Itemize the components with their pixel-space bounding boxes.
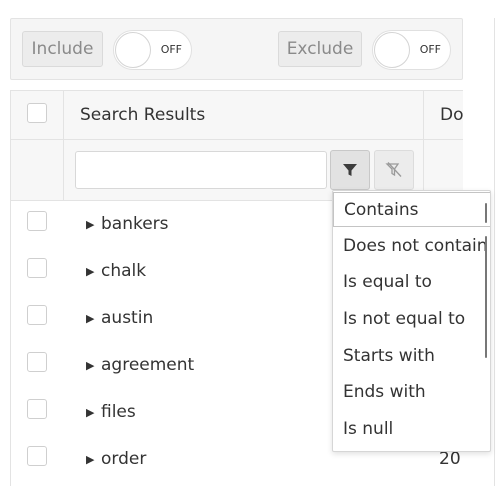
next-column-header[interactable]: Do	[440, 91, 463, 140]
exclude-button[interactable]: Exclude	[278, 31, 362, 67]
operator-option-contains[interactable]: Contains	[333, 192, 490, 227]
operator-option-is-equal-to[interactable]: Is equal to	[333, 265, 490, 300]
operator-option-is-not-equal-to[interactable]: Is not equal to	[333, 302, 490, 337]
column-divider	[423, 91, 424, 201]
row-label: order	[101, 449, 147, 469]
results-filter-input[interactable]	[75, 151, 327, 189]
row-checkbox[interactable]	[27, 211, 47, 231]
expand-caret-icon[interactable]: ▶	[86, 201, 94, 248]
include-toggle-knob	[115, 32, 151, 68]
exclude-toggle[interactable]: OFF	[372, 30, 451, 70]
operator-option-does-not-contain[interactable]: Does not contain	[333, 229, 490, 264]
include-toggle[interactable]: OFF	[113, 30, 192, 70]
row-checkbox[interactable]	[27, 352, 47, 372]
filter-operator-dropdown[interactable]: Contains Does not contain Is equal to Is…	[332, 190, 491, 452]
expand-caret-icon[interactable]: ▶	[86, 342, 94, 389]
select-all-checkbox[interactable]	[27, 103, 47, 123]
row-label: bankers	[101, 214, 169, 234]
row-label: austin	[101, 308, 154, 328]
dropdown-scrollbar-thumb-top[interactable]	[485, 203, 487, 223]
panel-right-border	[494, 18, 495, 486]
include-button[interactable]: Include	[22, 31, 103, 67]
expand-caret-icon[interactable]: ▶	[86, 389, 94, 436]
filter-operator-button[interactable]	[330, 150, 370, 190]
funnel-icon	[343, 164, 357, 176]
expand-caret-icon[interactable]: ▶	[86, 295, 94, 342]
operator-option-is-null[interactable]: Is null	[333, 412, 490, 447]
row-checkbox[interactable]	[27, 258, 47, 278]
column-divider	[63, 91, 64, 201]
filter-toolbar: Include OFF Exclude OFF	[10, 18, 463, 80]
row-checkbox[interactable]	[27, 446, 47, 466]
grid-header-row: Search Results Do	[11, 91, 463, 140]
expand-caret-icon[interactable]: ▶	[86, 248, 94, 295]
row-checkbox[interactable]	[27, 305, 47, 325]
search-results-header[interactable]: Search Results	[80, 91, 205, 140]
clear-filter-icon	[385, 162, 402, 177]
row-label: agreement	[101, 355, 195, 375]
row-label: chalk	[101, 261, 147, 281]
clear-filter-button[interactable]	[374, 150, 414, 190]
operator-option-starts-with[interactable]: Starts with	[333, 339, 490, 374]
exclude-toggle-knob	[374, 32, 410, 68]
exclude-toggle-state: OFF	[419, 43, 441, 56]
row-label: files	[101, 402, 136, 422]
row-checkbox[interactable]	[27, 399, 47, 419]
expand-caret-icon[interactable]: ▶	[86, 436, 94, 483]
include-toggle-state: OFF	[160, 43, 182, 56]
dropdown-scrollbar-thumb[interactable]	[485, 236, 487, 358]
operator-option-ends-with[interactable]: Ends with	[333, 375, 490, 410]
